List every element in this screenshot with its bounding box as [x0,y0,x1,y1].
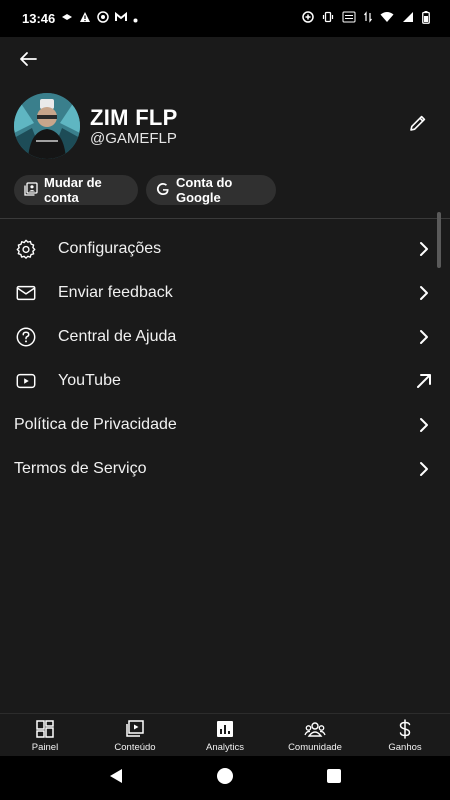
chevron-right-icon [414,459,434,479]
pencil-icon [408,113,428,138]
menu-list: Configurações Enviar feedback Central de… [0,227,450,491]
avatar [14,93,80,159]
system-recents-button[interactable] [324,768,344,788]
analytics-icon [214,718,236,740]
triangle-back-icon [108,768,124,789]
menu-label-feedback: Enviar feedback [58,284,173,301]
account-menu-screen: ZIM FLP @GAMEFLP Mudar de conta Conta do… [0,37,450,713]
chevron-right-icon [414,415,434,435]
gear-icon [14,237,38,261]
back-button[interactable] [14,47,42,75]
menu-label-youtube: YouTube [58,372,121,389]
dollar-icon [394,718,416,740]
nav-analytics[interactable]: Analytics [180,714,270,756]
menu-item-privacy-policy[interactable]: Política de Privacidade [0,403,450,447]
nav-label-earn: Ganhos [388,742,422,753]
mail-icon [14,281,38,305]
data-arrows-icon [364,11,372,26]
bottom-navigation: Painel Conteúdo Analytics Comunidade Gan… [0,713,450,756]
system-navigation-bar [0,756,450,800]
menu-label-privacy: Política de Privacidade [14,416,177,433]
at-sign-icon [97,11,109,26]
system-home-button[interactable] [215,767,235,790]
help-circle-icon [14,325,38,349]
menu-item-feedback[interactable]: Enviar feedback [0,271,450,315]
notification-icon [61,11,73,26]
menu-label-terms: Termos de Serviço [14,460,147,477]
menu-item-help[interactable]: Central de Ajuda [0,315,450,359]
dashboard-icon [34,718,56,740]
nav-community[interactable]: Comunidade [270,714,360,756]
nav-label-content: Conteúdo [114,742,156,753]
google-account-button[interactable]: Conta do Google [146,175,276,205]
channel-name: ZIM FLP [90,105,178,130]
data-saver-icon [302,11,314,26]
switch-account-label: Mudar de conta [44,175,102,205]
divider [0,218,450,219]
menu-label-help: Central de Ajuda [58,328,177,345]
menu-item-settings[interactable]: Configurações [0,227,450,271]
nav-dashboard[interactable]: Painel [0,714,90,756]
video-library-icon [124,718,146,740]
square-recents-icon [326,768,342,789]
status-time: 13:46 [22,11,56,26]
circle-home-icon [216,767,234,790]
switch-account-icon [24,181,38,199]
nav-content[interactable]: Conteúdo [90,714,180,756]
external-link-arrow-icon [414,371,434,391]
menu-label-settings: Configurações [58,240,162,257]
more-notifications-dot-icon [133,11,138,26]
edit-profile-button[interactable] [404,111,432,139]
nav-label-dashboard: Painel [31,742,59,753]
battery-icon [422,10,430,27]
signal-icon [402,11,414,26]
nav-earn[interactable]: Ganhos [360,714,450,756]
menu-item-youtube[interactable]: YouTube [0,359,450,403]
volte-icon [342,11,356,26]
menu-item-terms-of-service[interactable]: Termos de Serviço [0,447,450,491]
gmail-icon [115,11,128,26]
community-icon [304,718,326,740]
arrow-back-icon [18,49,38,74]
system-back-button[interactable] [106,768,126,788]
wifi-icon [380,11,394,26]
warning-icon [79,11,91,26]
google-account-label: Conta do Google [176,175,233,205]
vibrate-icon [322,11,334,26]
switch-account-button[interactable]: Mudar de conta [14,175,138,205]
chevron-right-icon [414,327,434,347]
status-bar: 13:46 [0,0,450,37]
channel-handle: @GAMEFLP [90,130,177,147]
chevron-right-icon [414,283,434,303]
nav-label-community: Comunidade [288,742,342,753]
nav-label-analytics: Analytics [205,742,244,753]
chevron-right-icon [414,239,434,259]
google-icon [156,182,170,199]
youtube-icon [14,369,38,393]
